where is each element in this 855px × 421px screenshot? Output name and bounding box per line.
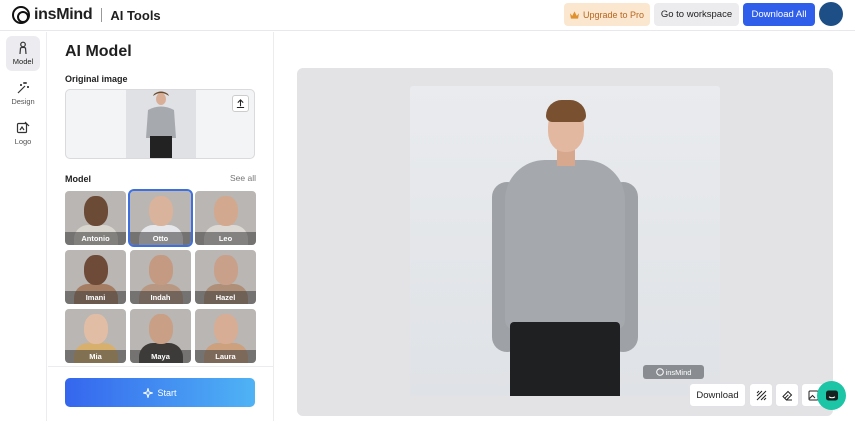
model-portrait-face xyxy=(213,255,238,285)
model-portrait-face xyxy=(148,255,173,285)
model-card-hazel[interactable]: Hazel xyxy=(195,250,256,304)
model-portrait-face xyxy=(148,314,173,344)
upgrade-button[interactable]: Upgrade to Pro xyxy=(564,3,650,26)
preview-canvas: insMind xyxy=(297,68,833,416)
rail-label: Logo xyxy=(14,137,32,146)
upgrade-label: Upgrade to Pro xyxy=(582,9,645,20)
model-name-label: Mia xyxy=(65,350,126,363)
user-avatar[interactable] xyxy=(819,2,843,26)
start-label: Start xyxy=(157,387,177,398)
upload-button[interactable] xyxy=(232,95,249,112)
app-logo[interactable]: insMind AI Tools xyxy=(12,6,161,24)
pattern-icon xyxy=(756,390,766,400)
model-card-leo[interactable]: Leo xyxy=(195,191,256,245)
download-all-button[interactable]: Download All xyxy=(743,3,815,26)
chat-icon xyxy=(825,390,838,400)
eraser-tool-button[interactable] xyxy=(775,383,799,407)
rail-item-design[interactable]: Design xyxy=(6,76,40,111)
pattern-tool-button[interactable] xyxy=(749,383,773,407)
figure-hair xyxy=(546,100,586,122)
download-button[interactable]: Download xyxy=(689,383,746,407)
model-card-antonio[interactable]: Antonio xyxy=(65,191,126,245)
rail-item-logo[interactable]: Logo xyxy=(6,116,40,151)
figure-pants xyxy=(510,322,620,396)
model-card-indah[interactable]: Indah xyxy=(130,250,191,304)
chat-support-button[interactable] xyxy=(817,381,846,410)
person-icon xyxy=(19,41,27,55)
tool-rail: Model Design Logo xyxy=(0,32,47,421)
original-image-label: Original image xyxy=(65,74,128,84)
watermark-logo-icon xyxy=(655,368,664,376)
model-card-imani[interactable]: Imani xyxy=(65,250,126,304)
top-bar: insMind AI Tools Upgrade to Pro Go to wo… xyxy=(0,0,855,31)
model-section-label: Model xyxy=(65,174,91,184)
watermark-text: insMind xyxy=(665,367,692,377)
start-button[interactable]: Start xyxy=(65,378,255,407)
model-portrait-face xyxy=(83,314,108,344)
upload-icon xyxy=(236,99,245,108)
panel-title: AI Model xyxy=(65,43,132,60)
model-card-mia[interactable]: Mia xyxy=(65,309,126,363)
eraser-icon xyxy=(781,390,792,401)
model-name-label: Hazel xyxy=(195,291,256,304)
brand-name: insMind xyxy=(34,6,93,23)
model-card-maya[interactable]: Maya xyxy=(130,309,191,363)
logo-mark-icon xyxy=(12,6,30,24)
model-name-label: Imani xyxy=(65,291,126,304)
section-title: AI Tools xyxy=(110,7,161,23)
model-portrait-face xyxy=(83,196,108,226)
workspace-button[interactable]: Go to workspace xyxy=(654,3,739,26)
sparkle-icon xyxy=(143,387,154,398)
logo-edit-icon xyxy=(16,121,30,134)
model-name-label: Otto xyxy=(130,232,191,245)
model-portrait-face xyxy=(213,314,238,344)
figure-sweatshirt xyxy=(505,160,625,330)
crown-icon xyxy=(569,10,579,19)
logo-separator xyxy=(101,8,103,22)
model-portrait-face xyxy=(213,196,238,226)
rail-item-model[interactable]: Model xyxy=(6,36,40,71)
model-portrait-face xyxy=(83,255,108,285)
watermark-badge: insMind xyxy=(643,365,704,379)
generated-model-image[interactable]: insMind xyxy=(410,86,720,396)
rail-label: Model xyxy=(12,57,34,66)
model-name-label: Maya xyxy=(130,350,191,363)
model-name-label: Indah xyxy=(130,291,191,304)
model-card-laura[interactable]: Laura xyxy=(195,309,256,363)
panel-divider xyxy=(48,366,274,367)
model-card-otto[interactable]: Otto xyxy=(128,189,193,247)
rail-label: Design xyxy=(11,97,35,106)
magic-wand-icon xyxy=(17,82,29,94)
model-name-label: Laura xyxy=(195,350,256,363)
model-portrait-face xyxy=(148,196,173,226)
original-image-box[interactable] xyxy=(65,89,255,159)
see-all-link[interactable]: See all xyxy=(230,173,256,183)
settings-panel: AI Model Original image Model See all An… xyxy=(48,32,274,421)
original-image-thumbnail xyxy=(126,90,196,158)
model-name-label: Antonio xyxy=(65,232,126,245)
model-name-label: Leo xyxy=(195,232,256,245)
